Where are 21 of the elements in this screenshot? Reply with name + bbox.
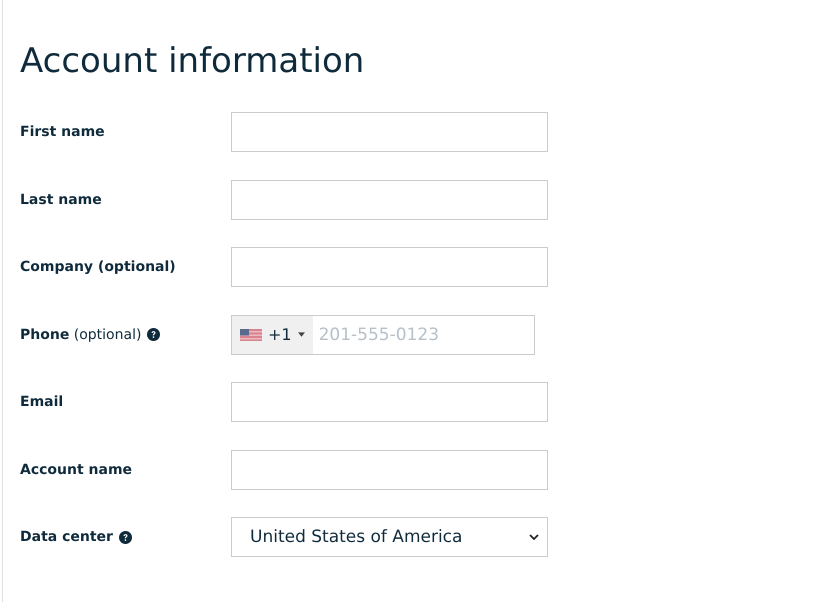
field-label: Phone (optional) — [20, 326, 142, 342]
help-icon[interactable] — [118, 530, 132, 544]
chevron-icon — [529, 534, 539, 540]
text-field[interactable] — [231, 450, 548, 490]
country-code-dropdown[interactable]: +1 — [232, 316, 313, 354]
select-dropdown[interactable]: United States of America — [231, 517, 548, 557]
text-field[interactable] — [231, 180, 548, 220]
field-label: Data center — [20, 529, 113, 545]
field-label: Email — [20, 394, 64, 410]
text-field[interactable] — [231, 247, 548, 287]
text-field[interactable] — [231, 112, 548, 152]
field-label: Last name — [20, 192, 102, 208]
flag-icon — [240, 328, 262, 340]
field-label: Company (optional) — [20, 259, 176, 275]
field-label: First name — [20, 124, 105, 140]
page-title: Account information — [20, 40, 366, 82]
field-label: Account name — [20, 462, 132, 478]
phone-field[interactable]: +1 201-555-0123 — [231, 314, 535, 354]
text-field[interactable] — [231, 382, 548, 422]
caret-icon — [298, 332, 305, 337]
help-icon[interactable] — [147, 328, 160, 341]
